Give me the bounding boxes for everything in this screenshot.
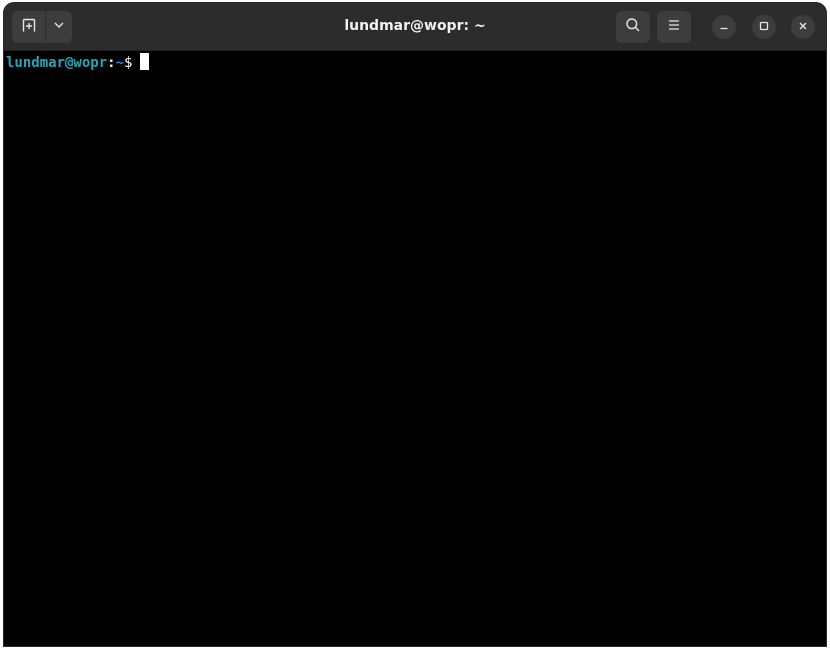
text-cursor — [140, 53, 150, 70]
terminal-window: lundmar@wopr: ~ lundmar@wopr:~$ — [4, 3, 826, 646]
close-icon — [798, 18, 808, 36]
terminal-area[interactable]: lundmar@wopr:~$ — [4, 51, 826, 646]
header-bar[interactable]: lundmar@wopr: ~ — [4, 3, 826, 51]
hamburger-menu-icon — [667, 18, 681, 36]
prompt-symbol: $ — [124, 55, 133, 71]
window-title: lundmar@wopr: ~ — [344, 18, 486, 34]
search-button[interactable] — [616, 11, 650, 43]
maximize-button[interactable] — [752, 15, 776, 39]
new-tab-button-group — [12, 11, 72, 43]
close-button[interactable] — [791, 15, 815, 39]
new-tab-button[interactable] — [12, 11, 45, 43]
prompt-path: ~ — [115, 55, 125, 71]
tab-menu-button[interactable] — [46, 11, 72, 43]
maximize-icon — [759, 18, 769, 36]
prompt-separator: : — [107, 55, 116, 71]
new-tab-icon — [21, 17, 37, 38]
search-icon — [625, 17, 641, 38]
main-menu-button[interactable] — [657, 11, 691, 43]
prompt-user-host: lundmar@wopr — [6, 55, 108, 71]
prompt-line: lundmar@wopr:~$ — [6, 53, 150, 72]
chevron-down-icon — [53, 18, 65, 36]
minimize-button[interactable] — [712, 15, 736, 39]
minimize-icon — [719, 18, 729, 36]
